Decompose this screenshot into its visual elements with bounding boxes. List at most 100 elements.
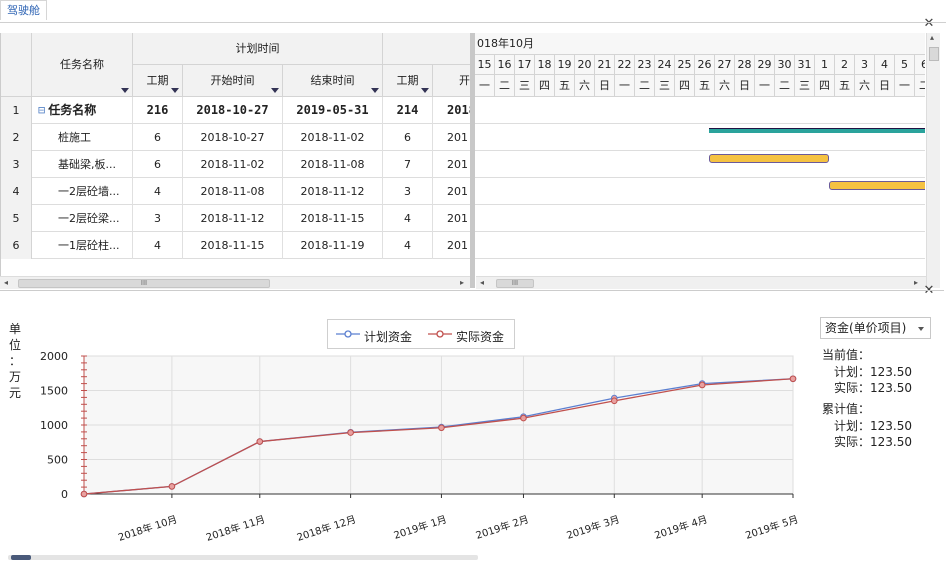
- gantt-day: 17: [515, 55, 535, 75]
- current-actual-value: 实际：123.50: [834, 381, 912, 395]
- cumulative-plan-value: 计划：123.50: [834, 419, 912, 433]
- grid-horizontal-scrollbar[interactable]: ◂ III ▸: [0, 276, 470, 289]
- gantt-row: [475, 232, 925, 259]
- duration2-header[interactable]: 工期: [383, 65, 433, 97]
- x-tick-label: 2019年 3月: [565, 512, 621, 541]
- scrollbar-thumb[interactable]: III: [18, 279, 270, 288]
- cell-end: 2018-11-15: [283, 205, 383, 232]
- sort-arrow-icon[interactable]: [371, 88, 379, 93]
- cell-text: 201: [447, 131, 468, 144]
- plan-time-header: 计划时间: [133, 33, 383, 65]
- cell-num: 6: [1, 232, 32, 259]
- task-name-header[interactable]: 任务名称: [32, 33, 133, 97]
- cell-text: 6: [154, 131, 161, 144]
- fund-type-select[interactable]: 资金(单价项目): [820, 317, 931, 339]
- gantt-weekday: 四: [815, 75, 835, 97]
- table-row[interactable]: 4 一2层砼墙... 4 2018-11-08 2018-11-12 3 201: [1, 178, 470, 205]
- x-tick-label: 2018年 11月: [204, 512, 266, 543]
- cell-end: 2018-11-02: [283, 124, 383, 151]
- cell-num: 4: [1, 178, 32, 205]
- cell-name: ⊟ 任务名称: [32, 97, 133, 124]
- gantt-weekday: 日: [875, 75, 895, 97]
- cell-text: 一2层砼梁...: [58, 212, 120, 225]
- gantt-day: 31: [795, 55, 815, 75]
- gantt-day: 18: [535, 55, 555, 75]
- x-tick-label: 2019年 4月: [653, 512, 709, 541]
- cell-text: 216: [146, 103, 169, 117]
- sort-arrow-icon[interactable]: [421, 88, 429, 93]
- gantt-weekday: 四: [675, 75, 695, 97]
- scroll-right-icon[interactable]: ▸: [460, 278, 464, 287]
- gantt-weekday: 日: [735, 75, 755, 97]
- scroll-left-icon[interactable]: ◂: [4, 278, 8, 287]
- table-row[interactable]: 3 基础梁,板... 6 2018-11-02 2018-11-08 7 201: [1, 151, 470, 178]
- cell-duration2: 214: [383, 97, 433, 124]
- cell-text: 2018-11-02: [200, 158, 265, 171]
- cell-duration2: 7: [383, 151, 433, 178]
- gantt-day: 22: [615, 55, 635, 75]
- data-point: [698, 381, 706, 389]
- gantt-task-bar[interactable]: [709, 154, 829, 163]
- scrollbar-thumb[interactable]: III: [496, 279, 534, 288]
- page-scrollbar-thumb[interactable]: [11, 555, 31, 560]
- gantt-day: 16: [495, 55, 515, 75]
- gantt-day: 4: [875, 55, 895, 75]
- sort-arrow-icon[interactable]: [271, 88, 279, 93]
- task-name-header-label: 任务名称: [60, 58, 104, 71]
- minus-box-icon[interactable]: ⊟: [38, 103, 45, 117]
- cell-text: 2018-11-02: [300, 131, 365, 144]
- gantt-day: 20: [575, 55, 595, 75]
- tab-cockpit[interactable]: 驾驶舱: [0, 0, 47, 20]
- cell-num: 3: [1, 151, 32, 178]
- cell-start2: 201: [433, 178, 470, 205]
- data-point: [520, 414, 527, 422]
- cell-duration2: 4: [383, 205, 433, 232]
- y-tick-label: 500: [47, 454, 68, 467]
- vertical-scrollbar-thumb[interactable]: [929, 47, 939, 61]
- y-tick-label: 1500: [40, 385, 68, 398]
- cell-text: 201: [447, 158, 468, 171]
- cell-text: 4: [12, 185, 20, 198]
- end-time-header[interactable]: 结束时间: [283, 65, 383, 97]
- cell-text: 桩施工: [58, 131, 91, 144]
- row-number-header: [1, 33, 32, 97]
- scroll-up-icon[interactable]: ▴: [930, 33, 934, 42]
- gantt-vertical-scrollbar[interactable]: ▴: [926, 33, 940, 288]
- table-row[interactable]: 2 桩施工 6 2018-10-27 2018-11-02 6 201: [1, 124, 470, 151]
- duration-header[interactable]: 工期: [133, 65, 183, 97]
- start-time-header[interactable]: 开始时间: [183, 65, 283, 97]
- scroll-right-icon[interactable]: ▸: [914, 278, 918, 287]
- table-row[interactable]: 1 ⊟任务名称 216 2018-10-27 2019-05-31 214 2018: [1, 97, 470, 124]
- cell-text: 2: [12, 131, 20, 144]
- cell-text: 3: [154, 212, 161, 225]
- cumulative-value-label: 累计值：: [822, 402, 871, 416]
- cell-text: 201: [447, 212, 468, 225]
- x-tick-label: 2019年 5月: [744, 512, 800, 541]
- data-point: [80, 490, 88, 498]
- current-value-label: 当前值：: [822, 348, 871, 362]
- cell-end: 2018-11-12: [283, 178, 383, 205]
- table-row[interactable]: 6 一1层砼柱... 4 2018-11-15 2018-11-19 4 201: [1, 232, 470, 259]
- sort-arrow-icon[interactable]: [121, 88, 129, 93]
- table-row[interactable]: 5 一2层砼梁... 3 2018-11-12 2018-11-15 4 201: [1, 205, 470, 232]
- data-point: [168, 483, 176, 490]
- gantt-day: 3: [855, 55, 875, 75]
- plan-time-header-label: 计划时间: [235, 42, 280, 55]
- unit-char: 位: [8, 338, 21, 352]
- gantt-chart: 018年10月 15 一 16 二 17 三 18 四 19 五 20 六 21 日 22 一 23 二 24 三 25…: [475, 33, 925, 273]
- page-horizontal-scrollbar[interactable]: [8, 555, 478, 560]
- scroll-left-icon[interactable]: ◂: [480, 278, 484, 287]
- gantt-task-bar[interactable]: [829, 181, 925, 190]
- gantt-summary-bar[interactable]: [709, 128, 925, 133]
- cell-text: 2018-11-08: [200, 185, 265, 198]
- cell-num: 1: [1, 97, 32, 124]
- gantt-weekday: 二: [635, 75, 655, 97]
- gantt-day: 6: [915, 55, 925, 75]
- data-point: [789, 375, 797, 383]
- start2-header[interactable]: 开: [433, 65, 470, 97]
- gantt-horizontal-scrollbar[interactable]: ◂ III ▸: [476, 276, 926, 289]
- sort-arrow-icon[interactable]: [171, 88, 179, 93]
- chevron-down-icon[interactable]: [918, 327, 924, 331]
- cell-text: 4: [404, 239, 411, 252]
- cell-text: 基础梁,板...: [58, 158, 116, 171]
